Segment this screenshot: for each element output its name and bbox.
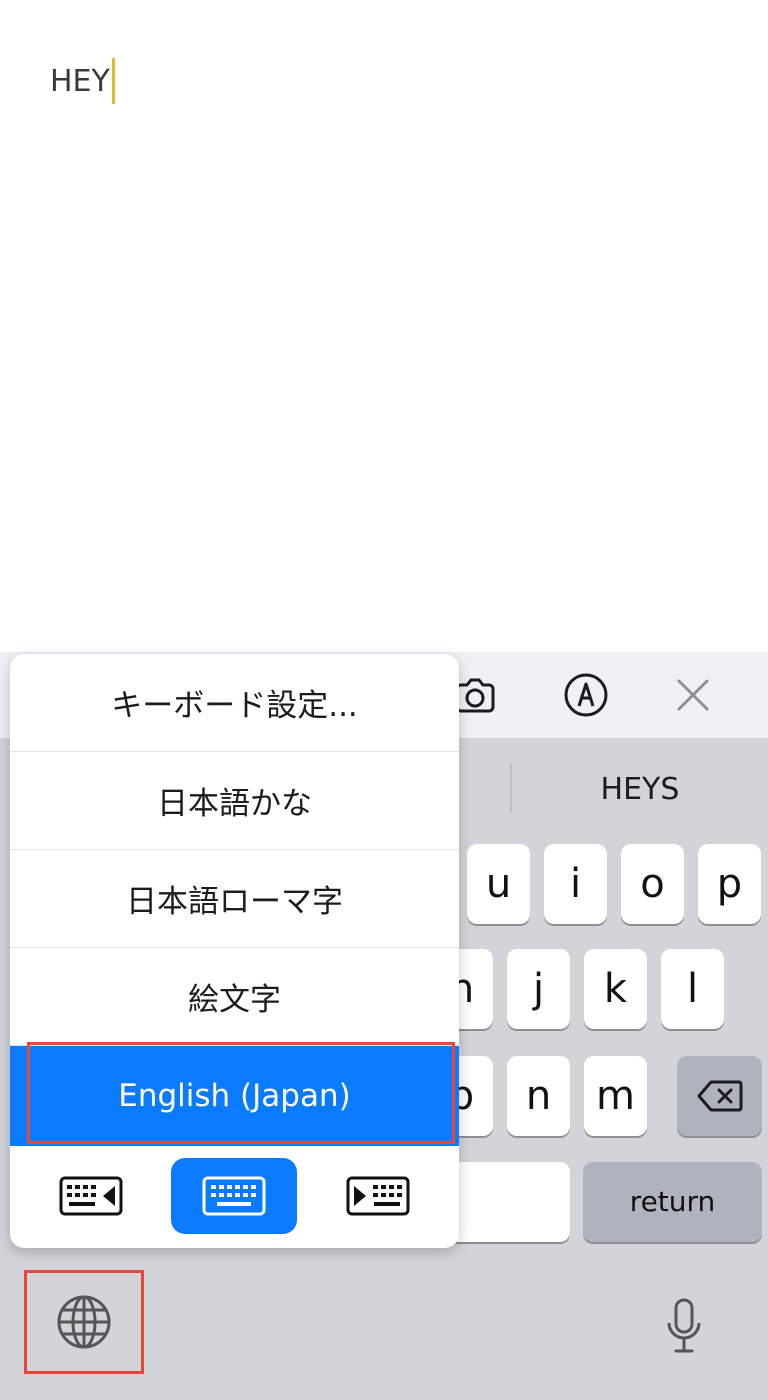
- dictation-button[interactable]: [654, 1286, 714, 1366]
- keyboard-full-icon: [202, 1176, 266, 1216]
- menu-item-english-japan[interactable]: English (Japan): [10, 1046, 459, 1146]
- keyboard-right-icon: [346, 1176, 410, 1216]
- key-u[interactable]: u: [467, 844, 530, 924]
- keyboard-bottom-bar: [0, 1268, 768, 1400]
- key-p[interactable]: p: [698, 844, 761, 924]
- key-l[interactable]: l: [661, 949, 724, 1029]
- close-icon[interactable]: [668, 670, 718, 720]
- key-j[interactable]: j: [507, 949, 570, 1029]
- keyboard-full-button[interactable]: [171, 1158, 297, 1234]
- key-i[interactable]: i: [544, 844, 607, 924]
- menu-item-keyboard-settings[interactable]: キーボード設定...: [10, 654, 459, 752]
- return-key[interactable]: return: [583, 1162, 762, 1242]
- menu-item-japanese-romaji[interactable]: 日本語ローマ字: [10, 850, 459, 948]
- globe-button[interactable]: [24, 1270, 144, 1374]
- microphone-icon: [667, 1298, 701, 1353]
- menu-item-japanese-kana[interactable]: 日本語かな: [10, 752, 459, 850]
- key-o[interactable]: o: [621, 844, 684, 924]
- delete-key[interactable]: [677, 1056, 762, 1136]
- keyboard-right-button[interactable]: [315, 1158, 441, 1234]
- menu-item-emoji[interactable]: 絵文字: [10, 948, 459, 1046]
- key-n[interactable]: n: [507, 1056, 570, 1136]
- globe-icon: [57, 1295, 111, 1349]
- suggestion-item[interactable]: HEYS: [512, 772, 768, 807]
- markup-pen-icon[interactable]: [561, 670, 611, 720]
- text-editor[interactable]: HEY: [0, 0, 768, 652]
- keyboard-left-button[interactable]: [28, 1158, 154, 1234]
- text-caret: [111, 58, 115, 104]
- key-m[interactable]: m: [584, 1056, 647, 1136]
- keyboard-left-icon: [59, 1176, 123, 1216]
- typed-text: HEY: [50, 58, 115, 104]
- backspace-icon: [697, 1080, 742, 1112]
- typed-text-content: HEY: [50, 63, 110, 99]
- input-method-menu: キーボード設定... 日本語かな 日本語ローマ字 絵文字 English (Ja…: [10, 654, 459, 1248]
- key-k[interactable]: k: [584, 949, 647, 1029]
- keyboard-mode-row: [10, 1146, 459, 1248]
